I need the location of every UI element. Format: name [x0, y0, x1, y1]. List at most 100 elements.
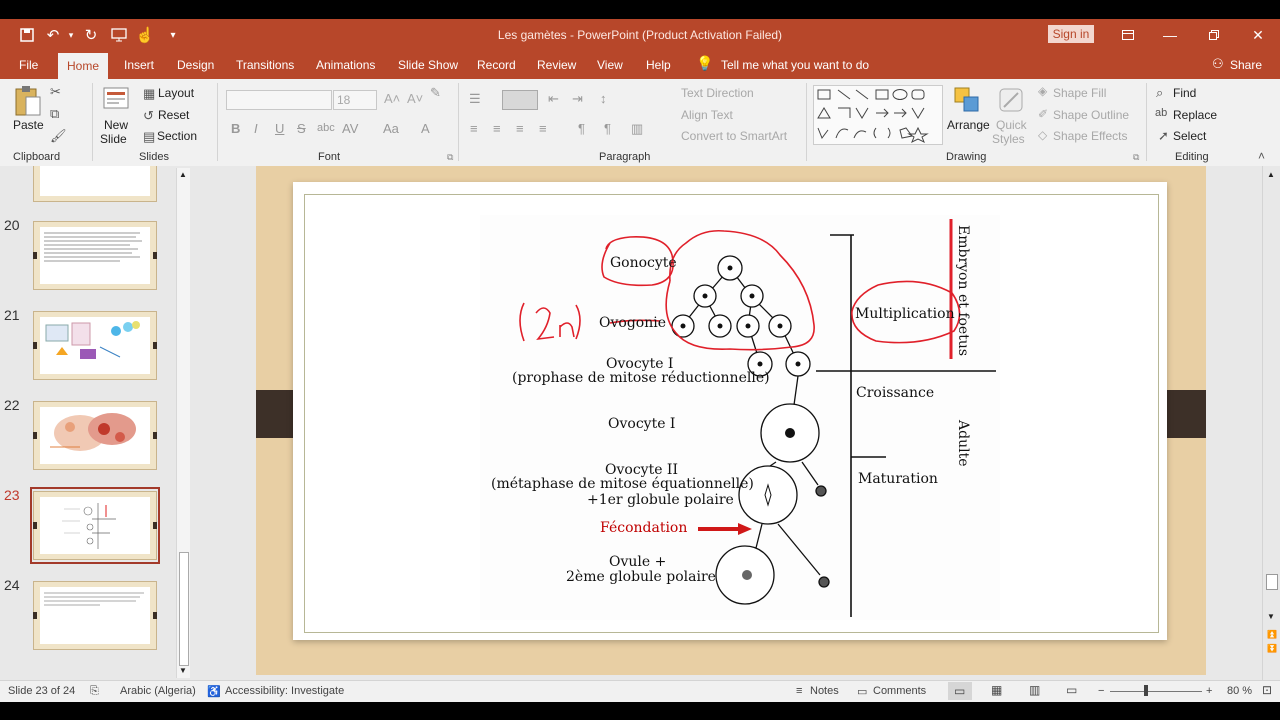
slide-sorter-icon[interactable]: ▦ — [991, 683, 1002, 697]
shrink-font-icon[interactable]: A˅ — [407, 91, 423, 106]
character-spacing-icon[interactable]: abc — [317, 122, 335, 134]
sign-in-button[interactable]: Sign in — [1048, 25, 1094, 43]
section-button[interactable]: Section — [157, 129, 197, 143]
arrange-icon[interactable] — [954, 87, 980, 116]
tab-record[interactable]: Record — [477, 58, 516, 72]
decrease-indent-icon[interactable]: ⇤ — [548, 91, 559, 107]
scroll-thumb[interactable] — [179, 552, 189, 666]
align-text-button[interactable]: Align Text — [681, 108, 733, 122]
previous-slide-icon[interactable]: ⏫ — [1267, 630, 1277, 639]
fit-slide-icon[interactable]: ⊡ — [1262, 683, 1272, 697]
scroll-down-icon[interactable]: ▼ — [179, 666, 187, 675]
tab-help[interactable]: Help — [646, 58, 671, 72]
restore-icon[interactable] — [1194, 19, 1234, 51]
strikethrough-icon[interactable]: S — [297, 121, 306, 136]
find-button[interactable]: Find — [1173, 86, 1196, 100]
convert-smartart-button[interactable]: Convert to SmartArt — [681, 129, 787, 143]
slide-thumbnail-23[interactable] — [33, 491, 157, 560]
arrange-button[interactable]: Arrange — [947, 118, 990, 132]
tab-design[interactable]: Design — [177, 58, 214, 72]
comments-button[interactable]: Comments — [873, 685, 926, 697]
drawing-dialog-launcher-icon[interactable]: ⧉ — [1133, 152, 1139, 163]
font-size-box[interactable]: 18 — [333, 90, 377, 110]
paste-icon[interactable] — [14, 85, 42, 120]
slide-thumbnail-22[interactable] — [33, 401, 157, 470]
zoom-slider-track[interactable] — [1110, 691, 1202, 692]
ribbon-display-options-icon[interactable] — [1108, 19, 1148, 51]
select-button[interactable]: Select — [1173, 129, 1206, 143]
shape-fill-button[interactable]: Shape Fill — [1053, 86, 1106, 100]
scroll-up-icon[interactable]: ▲ — [179, 170, 187, 179]
numbering-icon[interactable] — [502, 90, 538, 110]
collapse-ribbon-icon[interactable]: ˄ — [1258, 149, 1265, 163]
tab-view[interactable]: View — [597, 58, 623, 72]
spellcheck-icon[interactable]: ⎘ — [90, 685, 99, 698]
next-slide-icon[interactable]: ⏬ — [1267, 644, 1277, 653]
shape-effects-button[interactable]: Shape Effects — [1053, 129, 1128, 143]
tab-file[interactable]: File — [19, 58, 38, 72]
shape-outline-button[interactable]: Shape Outline — [1053, 108, 1129, 122]
reading-view-icon[interactable]: ▥ — [1029, 683, 1040, 697]
slide-thumbnail-24[interactable] — [33, 581, 157, 650]
bold-icon[interactable]: B — [231, 121, 240, 136]
underline-icon[interactable]: U — [275, 121, 284, 136]
zoom-level[interactable]: 80 % — [1227, 685, 1252, 697]
scroll-down-icon[interactable]: ▼ — [1267, 612, 1275, 621]
slide-thumbnail-21[interactable] — [33, 311, 157, 380]
tab-transitions[interactable]: Transitions — [236, 58, 294, 72]
align-right-icon[interactable]: ≡ — [516, 121, 524, 136]
quick-styles-label-2[interactable]: Styles — [992, 132, 1025, 146]
align-left-icon[interactable]: ≡ — [470, 121, 478, 136]
reset-button[interactable]: Reset — [158, 108, 189, 122]
tab-review[interactable]: Review — [537, 58, 576, 72]
copy-icon[interactable]: ⧉ — [50, 106, 59, 122]
slide-thumbnail-20[interactable] — [33, 221, 157, 290]
bullets-icon[interactable]: ☰ — [469, 91, 481, 107]
new-slide-label-1[interactable]: New — [104, 118, 128, 132]
paste-button[interactable]: Paste — [13, 118, 44, 132]
font-color-icon[interactable]: A — [421, 121, 430, 136]
change-case-icon[interactable]: Aa — [383, 121, 399, 136]
slide-thumbnail-19[interactable] — [33, 166, 157, 202]
zoom-out-icon[interactable]: − — [1098, 685, 1104, 697]
slideshow-view-icon[interactable]: ▭ — [1066, 683, 1077, 697]
font-name-box[interactable] — [226, 90, 332, 110]
text-direction-button[interactable]: Text Direction — [681, 86, 754, 100]
language-indicator[interactable]: Arabic (Algeria) — [120, 685, 196, 697]
columns-icon[interactable]: ▥ — [631, 121, 643, 137]
tab-insert[interactable]: Insert — [124, 58, 154, 72]
quick-styles-icon[interactable] — [998, 87, 1024, 116]
scroll-thumb[interactable] — [1266, 574, 1278, 590]
align-center-icon[interactable]: ≡ — [493, 121, 501, 136]
new-slide-label-2[interactable]: Slide — [100, 132, 127, 146]
notes-button[interactable]: Notes — [810, 685, 839, 697]
close-icon[interactable]: ✕ — [1238, 19, 1278, 51]
tab-animations[interactable]: Animations — [316, 58, 375, 72]
clear-formatting-icon[interactable]: ✎ — [430, 85, 441, 101]
tab-home[interactable]: Home — [58, 53, 108, 79]
rtl-icon[interactable]: ¶ — [578, 121, 585, 136]
tell-me-search[interactable]: Tell me what you want to do — [721, 58, 869, 72]
increase-indent-icon[interactable]: ⇥ — [572, 91, 583, 107]
shapes-gallery[interactable] — [813, 85, 943, 145]
ltr-icon[interactable]: ¶ — [604, 121, 611, 136]
share-button[interactable]: Share — [1230, 58, 1262, 72]
grow-font-icon[interactable]: A˄ — [384, 91, 400, 106]
replace-button[interactable]: Replace — [1173, 108, 1217, 122]
new-slide-icon[interactable] — [103, 85, 131, 114]
char-spacing-icon[interactable]: AV — [342, 121, 358, 136]
font-dialog-launcher-icon[interactable]: ⧉ — [447, 152, 453, 163]
format-painter-icon[interactable]: 🖌 — [50, 128, 67, 144]
thumbnail-scrollbar[interactable]: ▲ ▼ — [176, 168, 190, 678]
minimize-icon[interactable]: — — [1150, 19, 1190, 51]
italic-icon[interactable]: I — [254, 121, 258, 136]
zoom-slider-thumb[interactable] — [1144, 685, 1148, 696]
quick-styles-label-1[interactable]: Quick — [996, 118, 1027, 132]
layout-button[interactable]: Layout — [158, 86, 194, 100]
cut-icon[interactable]: ✂ — [50, 84, 61, 100]
accessibility-status[interactable]: Accessibility: Investigate — [225, 685, 344, 697]
slide-scrollbar[interactable]: ▲ ▼ ⏫ ⏬ — [1262, 166, 1280, 680]
zoom-in-icon[interactable]: + — [1206, 685, 1212, 697]
justify-icon[interactable]: ≡ — [539, 121, 547, 136]
tab-slide-show[interactable]: Slide Show — [398, 58, 458, 72]
